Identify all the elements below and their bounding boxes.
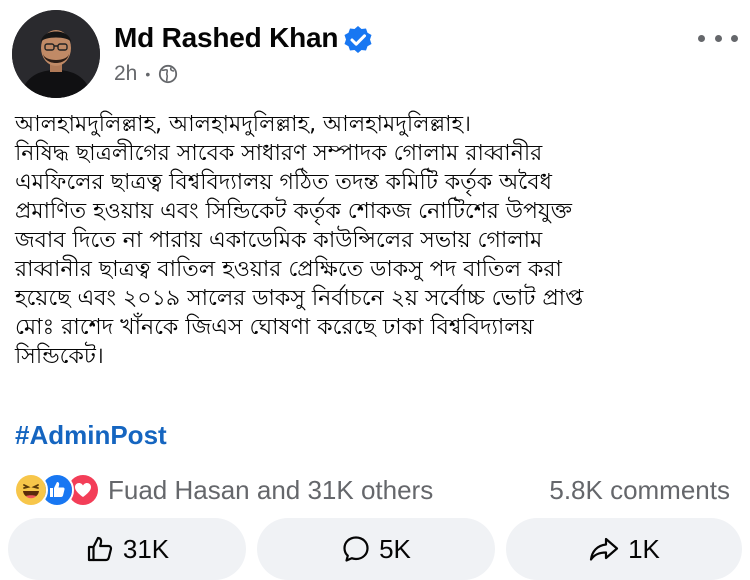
share-icon <box>589 537 619 561</box>
reaction-summary[interactable]: Fuad Hasan and 31K others <box>108 475 433 506</box>
verified-badge-icon <box>344 26 372 53</box>
hashtag-link[interactable]: #AdminPost <box>15 420 167 451</box>
thumbs-up-icon <box>87 536 112 562</box>
post-line: হয়েছে এবং ২০১৯ সালের ডাকসু নির্বাচনে ২য… <box>15 286 584 311</box>
comment-icon <box>343 536 369 562</box>
share-count: 1K <box>628 533 660 564</box>
author-name[interactable]: Md Rashed Khan <box>114 22 339 54</box>
facebook-post: Md Rashed Khan 2h • আলহামদুলিল্লাহ, আলহা… <box>0 0 750 580</box>
like-button[interactable]: 31K <box>8 518 246 580</box>
share-button[interactable]: 1K <box>506 518 742 580</box>
avatar[interactable] <box>12 10 100 98</box>
more-options-icon[interactable] <box>698 28 738 48</box>
post-line: প্রমাণিত হওয়ায় এবং সিন্ডিকেট কর্তৃক শো… <box>15 199 572 224</box>
post-line: নিষিদ্ধ ছাত্রলীগের সাবেক সাধারণ সম্পাদক … <box>15 141 543 166</box>
post-meta: 2h • <box>114 62 178 86</box>
post-time[interactable]: 2h <box>114 62 137 86</box>
haha-icon <box>14 473 48 507</box>
globe-icon[interactable] <box>158 64 178 84</box>
post-text: আলহামদুলিল্লাহ, আলহামদুলিল্লাহ, আলহামদুল… <box>15 110 740 371</box>
post-line: আলহামদুলিল্লাহ, আলহামদুলিল্লাহ, আলহামদুল… <box>15 112 471 137</box>
post-line: মোঃ রাশেদ খাঁনকে জিএস ঘোষণা করেছে ঢাকা ব… <box>15 315 534 340</box>
comments-count[interactable]: 5.8K comments <box>549 475 730 506</box>
action-bar: 31K 5K 1K <box>0 518 750 580</box>
reaction-icons[interactable] <box>14 473 100 507</box>
comment-count: 5K <box>379 533 411 564</box>
meta-separator: • <box>145 66 151 82</box>
like-count: 31K <box>122 533 170 564</box>
comment-button[interactable]: 5K <box>257 518 495 580</box>
post-line: সিন্ডিকেট। <box>15 344 104 369</box>
post-line: রাব্বানীর ছাত্রত্ব বাতিল হওয়ার প্রেক্ষি… <box>15 257 562 282</box>
post-line: এমফিলের ছাত্রত্ব বিশ্ববিদ্যালয় গঠিত তদন… <box>15 170 552 195</box>
post-line: জবাব দিতে না পারায় একাডেমিক কাউন্সিলের … <box>15 228 543 253</box>
